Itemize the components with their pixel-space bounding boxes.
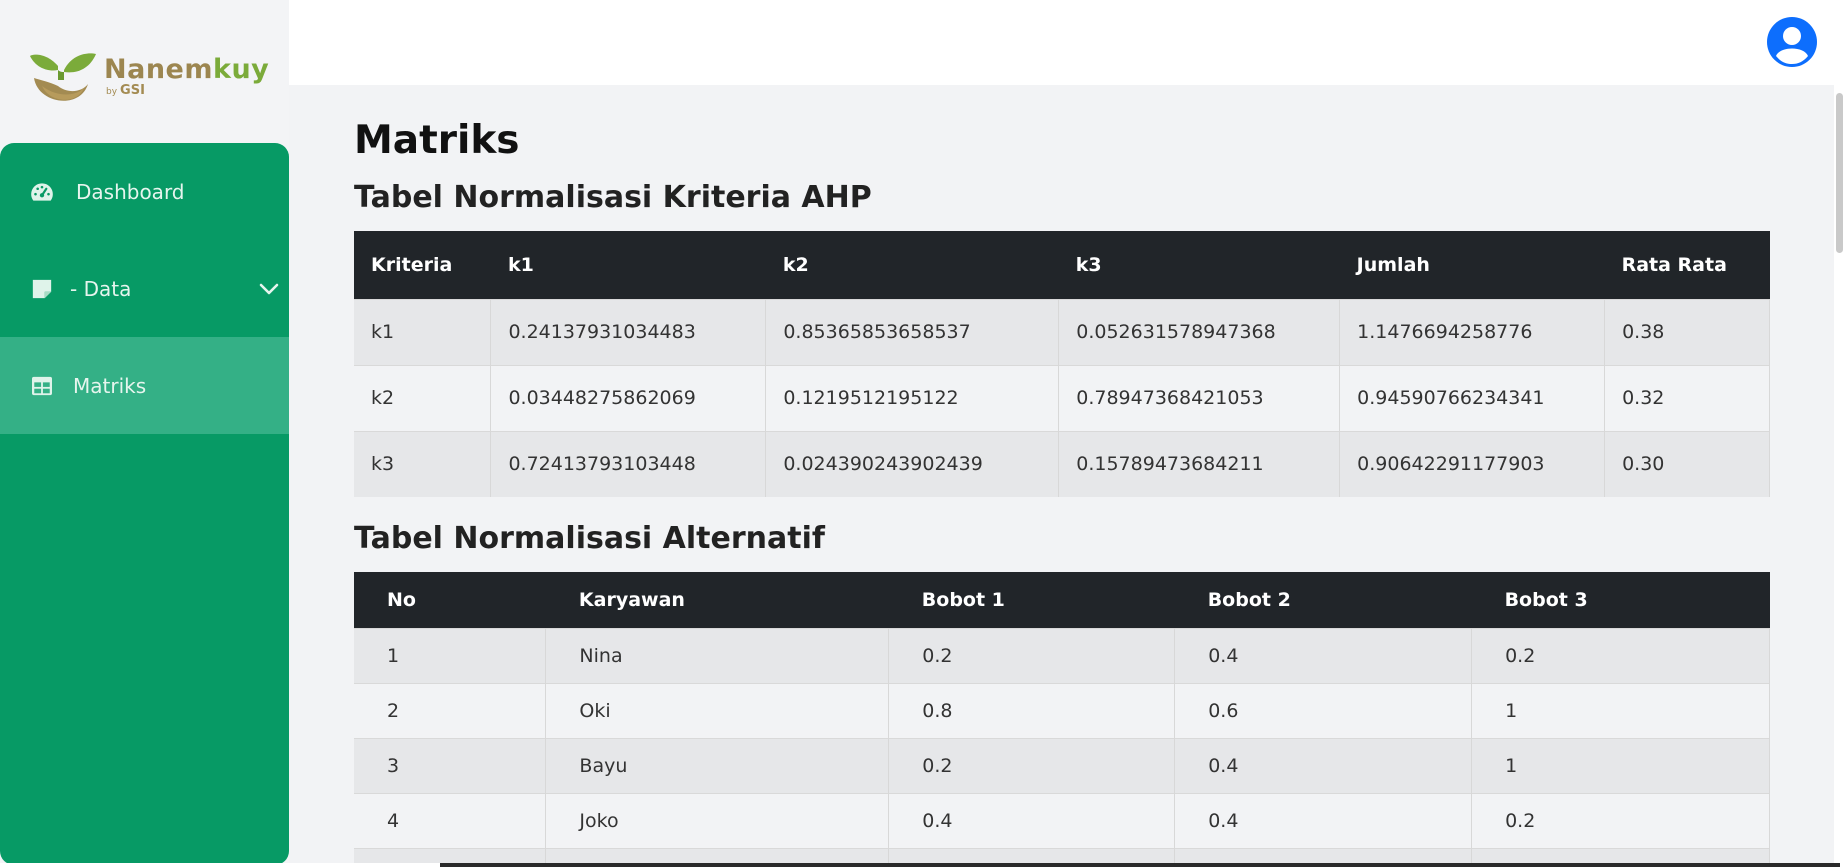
table-cell: k3	[354, 430, 492, 497]
gauge-icon	[29, 179, 55, 205]
main-content: Matriks Tabel Normalisasi Kriteria AHP K…	[289, 85, 1834, 867]
table-cell: k2	[354, 364, 492, 431]
sidebar-item-data[interactable]: - Data	[0, 240, 289, 337]
table-cell: 0.24137931034483	[490, 298, 767, 365]
sidebar-item-dashboard[interactable]: Dashboard	[0, 143, 289, 240]
table-cell: 0.94590766234341	[1339, 364, 1606, 431]
table-cell: 1	[354, 627, 547, 683]
chevron-down-icon[interactable]	[257, 277, 281, 301]
table-cell: k1	[354, 298, 492, 365]
vertical-scrollbar[interactable]	[1834, 85, 1845, 867]
table-row: 2 Oki 0.8 0.6 1	[354, 682, 1770, 738]
column-header: Karyawan	[545, 572, 889, 628]
table-cell: 0.30	[1604, 430, 1770, 497]
table-cell: 0.052631578947368	[1058, 298, 1341, 365]
column-header: Rata Rata	[1604, 231, 1770, 299]
table-cell: 0.2	[1471, 792, 1770, 848]
sidebar: Nanemkuy by GSI Dashboard - Data Matriks	[0, 0, 289, 867]
table-cell: 0.4	[1174, 627, 1473, 683]
table-cell: Oki	[545, 682, 890, 738]
table-cell: 1	[1471, 737, 1770, 793]
table-cell: 0.6	[1174, 682, 1473, 738]
column-header: k2	[765, 231, 1059, 299]
page-title: Matriks	[354, 118, 520, 163]
column-header: k3	[1058, 231, 1340, 299]
column-header: Bobot 1	[888, 572, 1175, 628]
table-cell: 4	[354, 792, 547, 848]
top-header	[289, 0, 1845, 85]
sprout-logo-icon	[30, 53, 96, 101]
section-title-alternatif: Tabel Normalisasi Alternatif	[354, 521, 825, 556]
ahp-normalization-table: Kriteria k1 k2 k3 Jumlah Rata Rata k1 0.…	[354, 231, 1770, 497]
alternative-normalization-table: No Karyawan Bobot 1 Bobot 2 Bobot 3 1 Ni…	[354, 572, 1770, 867]
table-cell: 0.8	[888, 682, 1176, 738]
table-cell: 0.4	[888, 792, 1176, 848]
table-row: 1 Nina 0.2 0.4 0.2	[354, 627, 1770, 683]
horizontal-scrollbar[interactable]	[440, 863, 1840, 867]
table-cell: 0.2	[888, 737, 1176, 793]
column-header: Bobot 2	[1174, 572, 1472, 628]
column-header: Bobot 3	[1471, 572, 1770, 628]
table-cell: 0.15789473684211	[1058, 430, 1341, 497]
sidebar-item-label: Dashboard	[76, 179, 185, 204]
table-cell: 0.72413793103448	[490, 430, 767, 497]
table-cell: 0.1219512195122	[765, 364, 1060, 431]
table-cell: Bayu	[545, 737, 890, 793]
app-window: Nanemkuy by GSI Dashboard - Data Matriks…	[0, 0, 1845, 867]
scrollbar-thumb[interactable]	[1836, 93, 1843, 253]
sticky-note-icon	[29, 276, 55, 302]
sidebar-nav: Dashboard - Data Matriks	[0, 143, 289, 865]
brand-name-part2: kuy	[212, 54, 270, 85]
user-circle-icon[interactable]	[1766, 16, 1818, 68]
column-header: Kriteria	[354, 231, 491, 299]
column-header: No	[354, 572, 546, 628]
section-title-ahp: Tabel Normalisasi Kriteria AHP	[354, 180, 872, 215]
table-header-row: No Karyawan Bobot 1 Bobot 2 Bobot 3	[354, 572, 1770, 628]
table-cell: 1	[1471, 682, 1770, 738]
table-cell: 3	[354, 737, 547, 793]
table-header-row: Kriteria k1 k2 k3 Jumlah Rata Rata	[354, 231, 1770, 299]
table-cell: 0.4	[1174, 737, 1473, 793]
sidebar-item-label: - Data	[70, 276, 132, 301]
column-header: Jumlah	[1339, 231, 1605, 299]
table-icon	[29, 373, 55, 399]
table-cell: 0.024390243902439	[765, 430, 1060, 497]
table-cell: 1.1476694258776	[1339, 298, 1606, 365]
sidebar-item-matriks[interactable]: Matriks	[0, 337, 289, 434]
table-row: 3 Bayu 0.2 0.4 1	[354, 737, 1770, 793]
table-cell: 0.78947368421053	[1058, 364, 1341, 431]
brand-logo[interactable]: Nanemkuy by GSI	[28, 48, 270, 108]
brand-name-part1: Nanem	[104, 54, 213, 85]
table-cell: 0.85365853658537	[765, 298, 1060, 365]
table-row: k3 0.72413793103448 0.024390243902439 0.…	[354, 430, 1770, 497]
column-header: k1	[490, 231, 766, 299]
table-row: k1 0.24137931034483 0.85365853658537 0.0…	[354, 298, 1770, 365]
table-row: 4 Joko 0.4 0.4 0.2	[354, 792, 1770, 848]
table-cell: 0.2	[888, 627, 1176, 683]
table-cell: 0.2	[1471, 627, 1770, 683]
brand-company: GSI	[120, 83, 145, 98]
table-cell: 0.38	[1604, 298, 1770, 365]
table-row: k2 0.03448275862069 0.1219512195122 0.78…	[354, 364, 1770, 431]
table-cell: 0.32	[1604, 364, 1770, 431]
table-cell: 0.90642291177903	[1339, 430, 1606, 497]
table-cell: 0.03448275862069	[490, 364, 767, 431]
brand-by: by	[106, 87, 118, 97]
table-cell: 0.4	[1174, 792, 1473, 848]
table-cell: Joko	[545, 792, 890, 848]
table-cell: Nina	[545, 627, 890, 683]
table-cell: 2	[354, 682, 547, 738]
sidebar-item-label: Matriks	[73, 373, 147, 398]
